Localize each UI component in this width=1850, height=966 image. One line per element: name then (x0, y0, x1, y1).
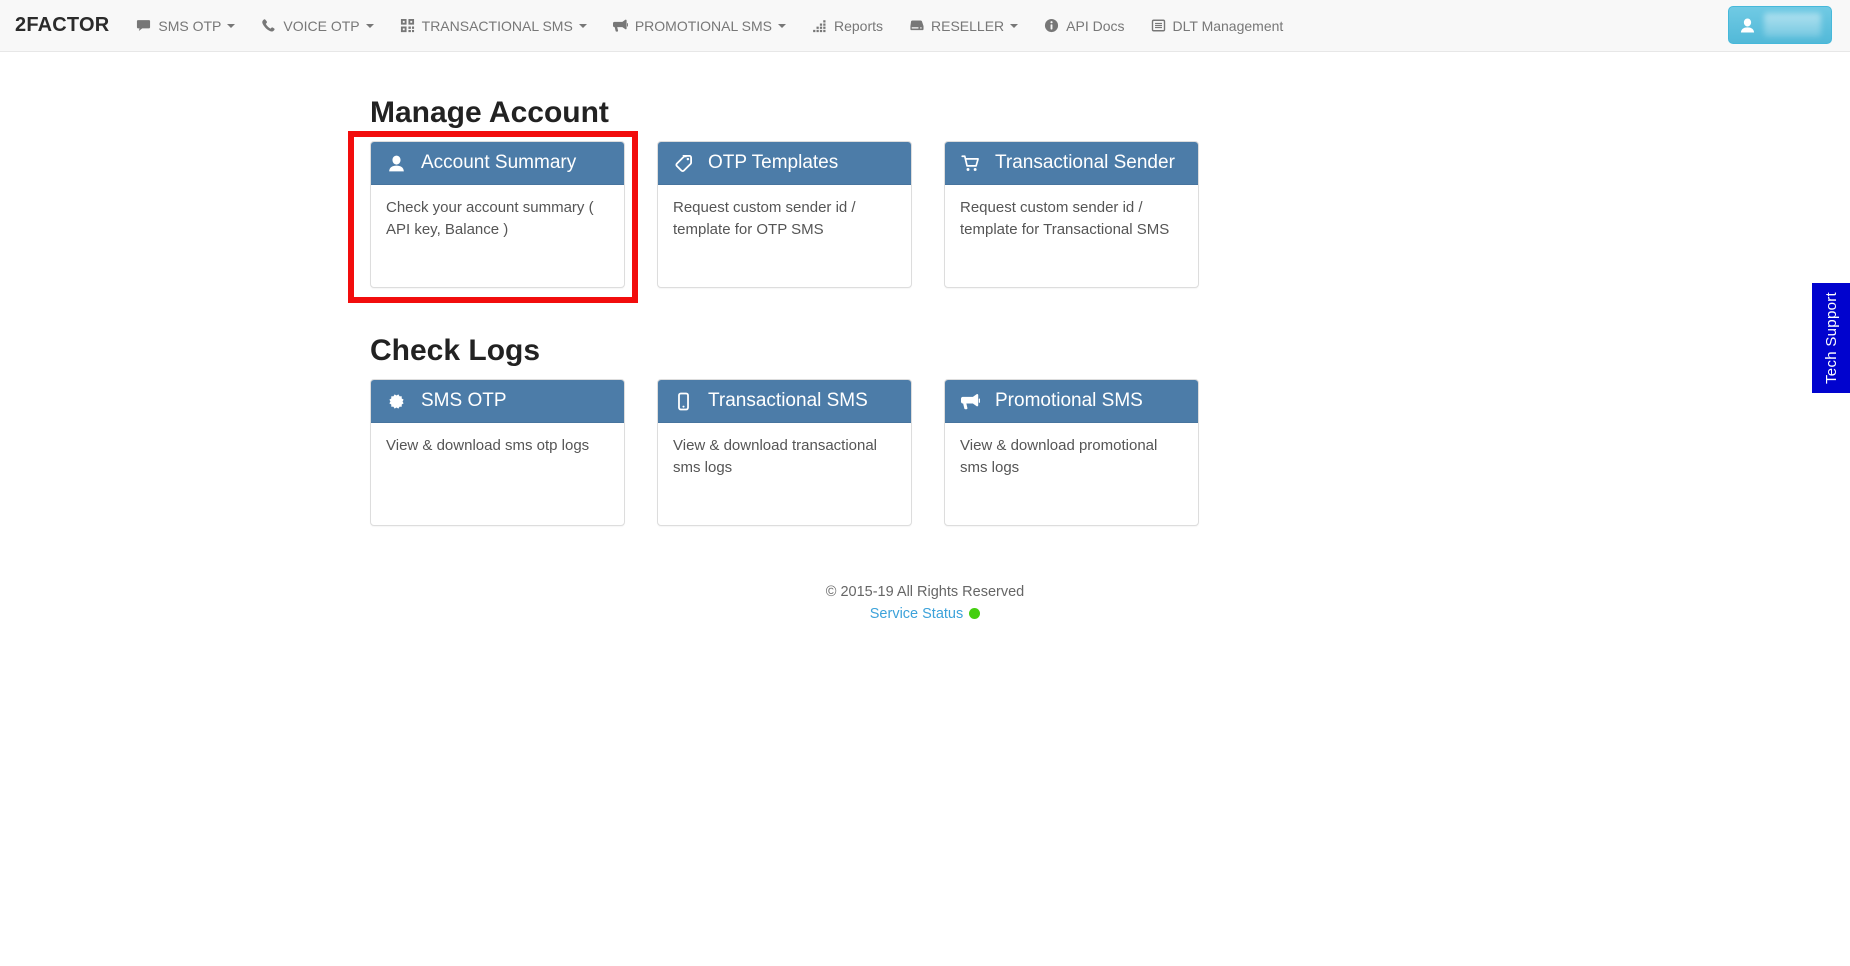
card-header: SMS OTP (371, 380, 624, 423)
card-header: Account Summary (371, 142, 624, 185)
card-description: Check your account summary ( API key, Ba… (371, 185, 624, 253)
nav-item-label: TRANSACTIONAL SMS (422, 18, 573, 34)
card-transactional-sms-logs[interactable]: Transactional SMS View & download transac… (657, 379, 912, 526)
card-header: OTP Templates (658, 142, 911, 185)
qrcode-icon (400, 18, 415, 33)
nav-item-api-docs[interactable]: API Docs (1031, 0, 1137, 52)
card-row: SMS OTP View & download sms otp logs Trans… (370, 379, 1480, 526)
megaphone-icon (961, 392, 980, 411)
phone-icon (261, 18, 276, 33)
card-title: Transactional SMS (708, 390, 868, 412)
nav-item-label: VOICE OTP (283, 18, 359, 34)
nav-item-transactional-sms[interactable]: TRANSACTIONAL SMS (387, 0, 600, 52)
megaphone-icon (613, 18, 628, 33)
card-sms-otp-logs[interactable]: SMS OTP View & download sms otp logs (370, 379, 625, 526)
caret-down-icon (1010, 24, 1018, 28)
nav-item-reports[interactable]: Reports (799, 0, 896, 52)
caret-down-icon (366, 24, 374, 28)
card-description: View & download sms otp logs (371, 423, 624, 469)
list-icon (1151, 18, 1166, 33)
caret-down-icon (778, 24, 786, 28)
tags-icon (674, 154, 693, 173)
cart-icon (961, 154, 980, 173)
service-status-link[interactable]: Service Status (870, 606, 964, 622)
nav-item-promotional-sms[interactable]: PROMOTIONAL SMS (600, 0, 799, 52)
card-header: Transactional Sender (945, 142, 1198, 185)
redacted-username (1764, 13, 1821, 37)
nav-item-label: SMS OTP (158, 18, 221, 34)
tech-support-tab[interactable]: Tech Support (1812, 283, 1850, 393)
card-title: Transactional Sender (995, 152, 1175, 174)
nav-menu: SMS OTP VOICE OTP TRANSACTIONAL SMS PROMOTI… (123, 0, 1296, 52)
nav-item-label: PROMOTIONAL SMS (635, 18, 772, 34)
card-title: Promotional SMS (995, 390, 1143, 412)
hdd-icon (909, 18, 924, 33)
main-content: Manage Account Account Summary Check your … (340, 96, 1510, 526)
burst-icon (387, 392, 406, 411)
nav-item-label: API Docs (1066, 18, 1124, 34)
card-description: View & download transactional sms logs (658, 423, 911, 491)
top-navbar: 2FACTOR SMS OTP VOICE OTP TRANSACTIONAL SM… (0, 0, 1850, 52)
section-check-logs: Check Logs SMS OTP View & download sms otp… (370, 334, 1480, 526)
card-title: Account Summary (421, 152, 576, 174)
card-title: OTP Templates (708, 152, 838, 174)
card-description: View & download promotional sms logs (945, 423, 1198, 491)
bar-chart-icon (812, 18, 827, 33)
card-description: Request custom sender id / template for … (658, 185, 911, 253)
section-title: Manage Account (370, 96, 1480, 129)
comment-icon (136, 18, 151, 33)
caret-down-icon (227, 24, 235, 28)
user-account-button[interactable] (1728, 6, 1832, 44)
mobile-icon (674, 392, 693, 411)
section-title: Check Logs (370, 334, 1480, 367)
card-description: Request custom sender id / template for … (945, 185, 1198, 253)
card-title: SMS OTP (421, 390, 507, 412)
card-header: Transactional SMS (658, 380, 911, 423)
caret-down-icon (579, 24, 587, 28)
copyright-text: © 2015-19 All Rights Reserved (0, 584, 1850, 600)
nav-item-dlt-management[interactable]: DLT Management (1138, 0, 1297, 52)
card-row: Account Summary Check your account summar… (370, 141, 1480, 288)
card-promotional-sms-logs[interactable]: Promotional SMS View & download promotion… (944, 379, 1199, 526)
brand-logo[interactable]: 2FACTOR (15, 14, 109, 37)
card-header: Promotional SMS (945, 380, 1198, 423)
nav-item-label: RESELLER (931, 18, 1004, 34)
nav-item-voice-otp[interactable]: VOICE OTP (248, 0, 386, 52)
card-account-summary[interactable]: Account Summary Check your account summar… (370, 141, 625, 288)
user-icon (1739, 17, 1756, 34)
info-circle-icon (1044, 18, 1059, 33)
footer: © 2015-19 All Rights Reserved Service St… (0, 584, 1850, 622)
card-otp-templates[interactable]: OTP Templates Request custom sender id / … (657, 141, 912, 288)
nav-item-label: Reports (834, 18, 883, 34)
nav-item-reseller[interactable]: RESELLER (896, 0, 1031, 52)
card-transactional-sender[interactable]: Transactional Sender Request custom sende… (944, 141, 1199, 288)
section-manage-account: Manage Account Account Summary Check your … (370, 96, 1480, 288)
tech-support-label: Tech Support (1823, 292, 1840, 384)
nav-item-label: DLT Management (1173, 18, 1284, 34)
nav-item-sms-otp[interactable]: SMS OTP (123, 0, 248, 52)
status-green-dot (969, 608, 980, 619)
user-icon (387, 154, 406, 173)
